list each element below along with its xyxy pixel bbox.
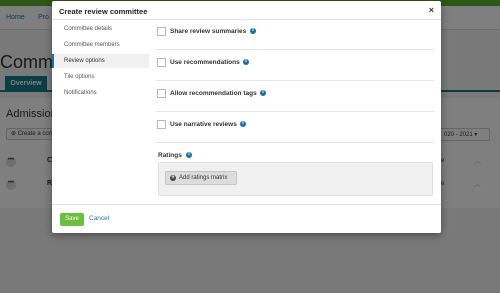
add-ratings-matrix-label: Add ratings matrix [179, 175, 228, 181]
side-nav-tile-options[interactable]: Tile options [52, 70, 149, 84]
option-use-recommendations: Use recommendations i [156, 51, 434, 81]
side-nav-committee-members[interactable]: Committee members [52, 38, 149, 52]
modal-title: Create review committee [59, 7, 148, 16]
option-label: Use narrative reviews [170, 121, 237, 128]
info-icon[interactable]: i [240, 121, 246, 127]
ratings-label: Ratings [158, 152, 182, 159]
option-share-review-summaries: Share review summaries i [156, 20, 434, 50]
info-icon[interactable]: i [250, 28, 256, 34]
ratings-panel: + Add ratings matrix [158, 162, 433, 196]
plus-circle-icon: + [170, 175, 176, 181]
modal-header: Create review committee × [52, 1, 441, 20]
option-label: Allow recommendation tags [170, 90, 257, 97]
share-review-summaries-checkbox[interactable] [157, 27, 166, 36]
info-icon[interactable]: i [260, 90, 266, 96]
create-review-committee-modal: Create review committee × Committee deta… [52, 1, 441, 233]
option-label: Use recommendations [170, 59, 240, 66]
info-icon[interactable]: i [243, 59, 249, 65]
modal-footer: Save Cancel [52, 204, 441, 233]
use-narrative-reviews-checkbox[interactable] [157, 120, 166, 129]
use-recommendations-checkbox[interactable] [157, 58, 166, 67]
side-nav-notifications[interactable]: Notifications [52, 86, 149, 100]
side-nav-committee-details[interactable]: Committee details [52, 22, 149, 36]
side-nav-review-options[interactable]: Review options [52, 54, 149, 68]
modal-side-nav: Committee details Committee members Revi… [52, 20, 149, 200]
option-label: Share review summaries [170, 28, 247, 35]
ratings-label-text: Ratings [158, 152, 182, 159]
close-icon[interactable]: × [429, 5, 434, 15]
cancel-link[interactable]: Cancel [89, 215, 109, 222]
allow-recommendation-tags-checkbox[interactable] [157, 89, 166, 98]
option-use-narrative-reviews: Use narrative reviews i [156, 113, 434, 143]
add-ratings-matrix-button[interactable]: + Add ratings matrix [165, 171, 237, 185]
info-icon[interactable]: i [186, 152, 192, 158]
option-allow-recommendation-tags: Allow recommendation tags i [156, 82, 434, 112]
save-button[interactable]: Save [60, 213, 84, 226]
